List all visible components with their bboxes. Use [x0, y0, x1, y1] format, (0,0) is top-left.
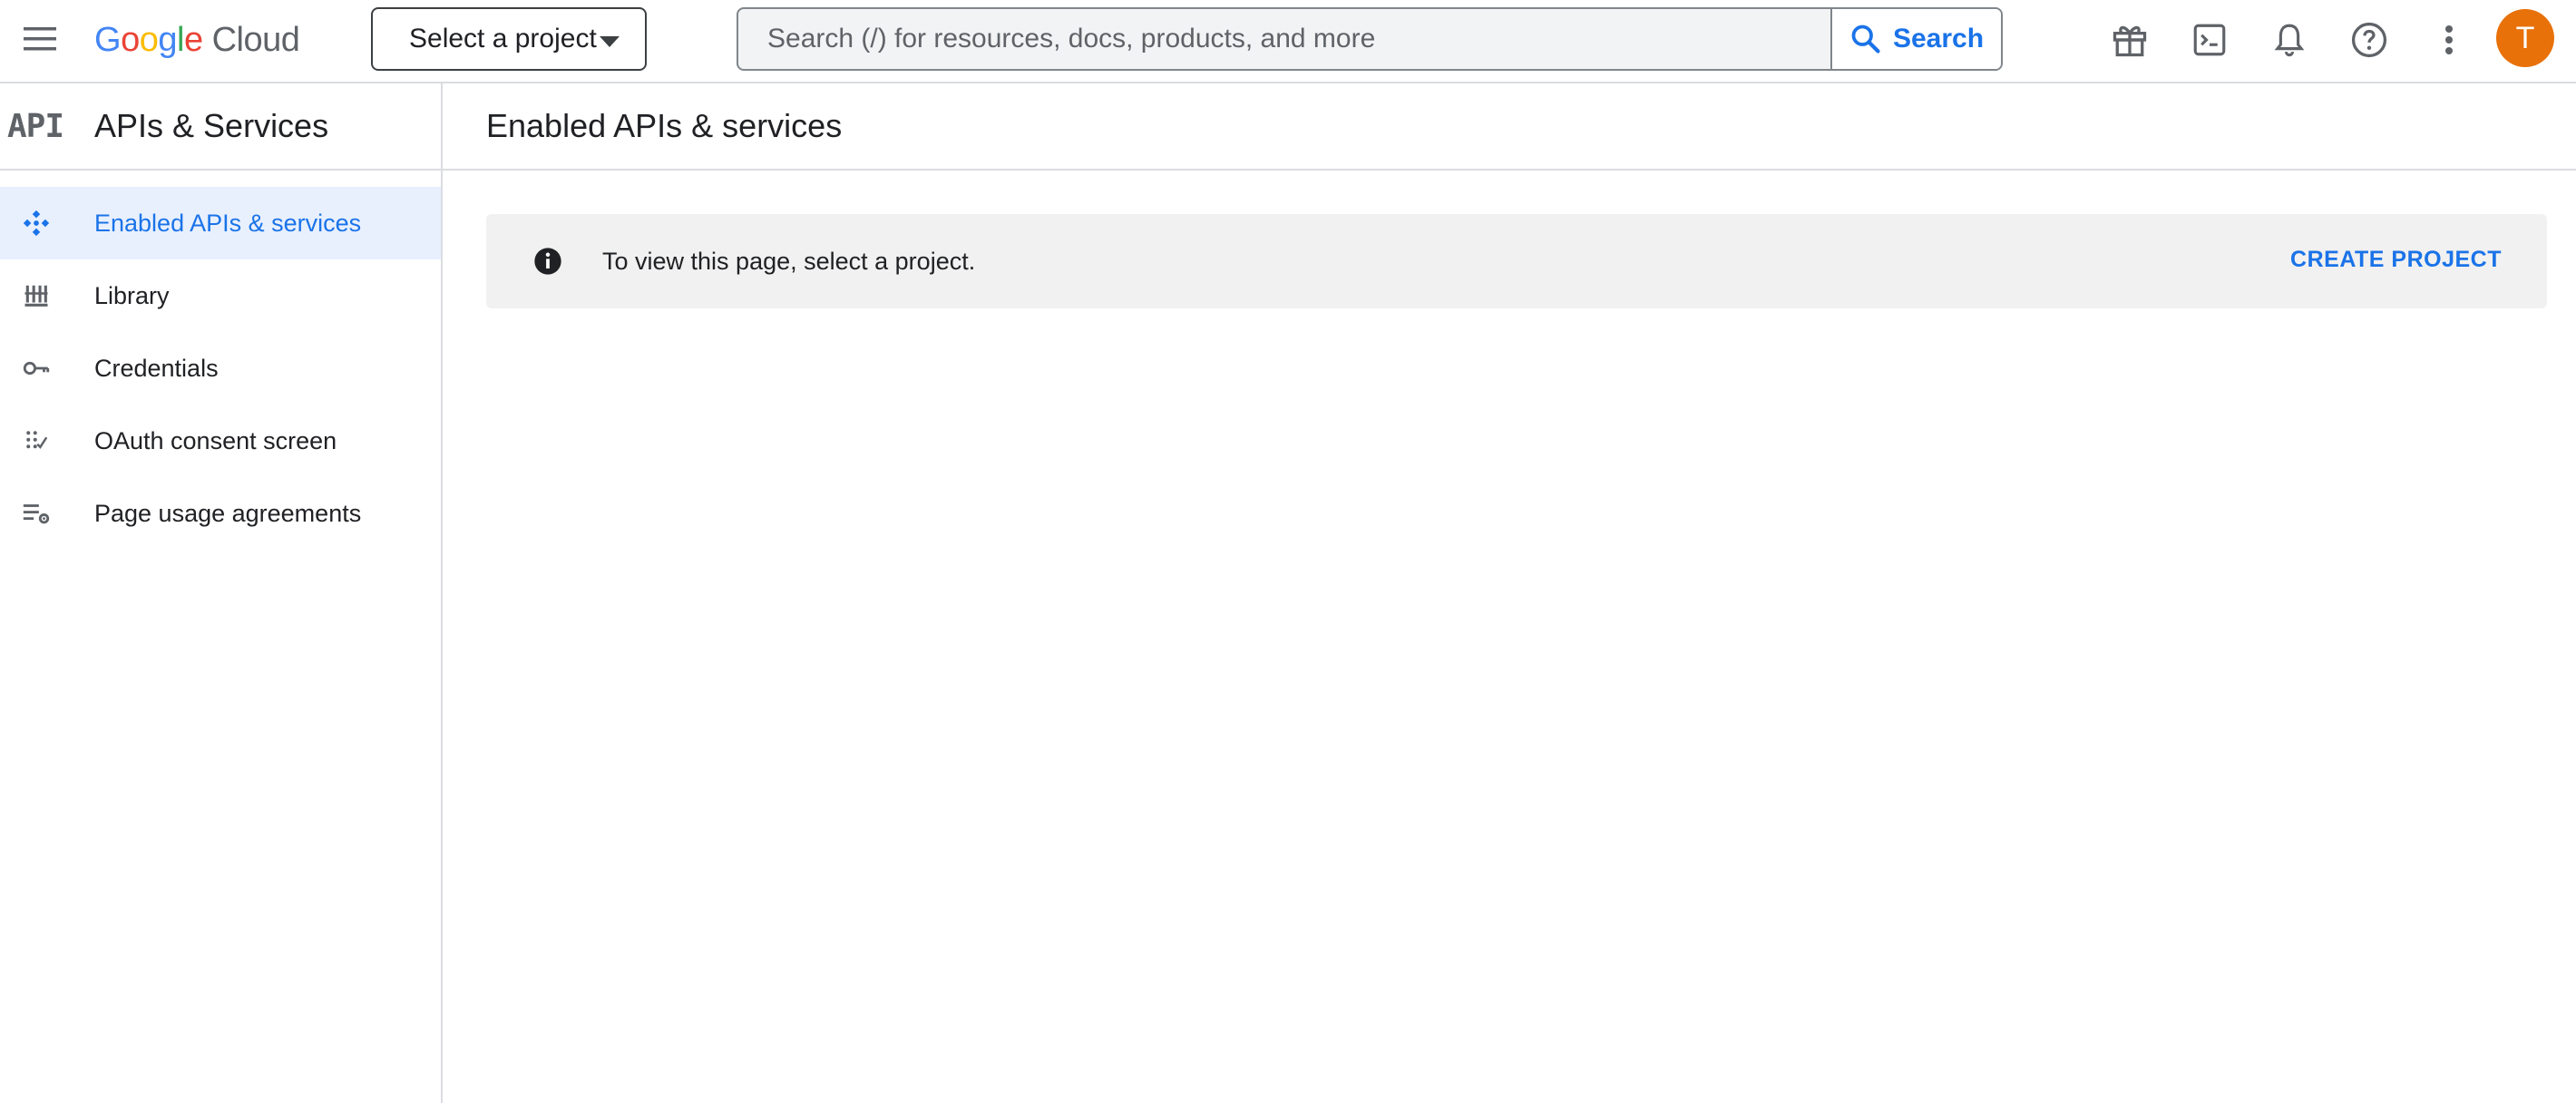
main-menu-button[interactable] [15, 14, 65, 64]
help-button[interactable] [2347, 18, 2391, 62]
create-project-button[interactable]: CREATE PROJECT [2290, 247, 2502, 273]
logo-google: Google [94, 20, 203, 59]
logo-cloud: Cloud [211, 20, 300, 59]
top-bar: Google Cloud Select a project Search (/)… [0, 0, 2576, 83]
key-icon [16, 348, 56, 388]
sidebar-item-label: Page usage agreements [94, 499, 362, 527]
more-vert-icon [2445, 25, 2453, 54]
enabled-apis-icon [16, 203, 56, 243]
account-avatar[interactable]: T [2496, 9, 2554, 67]
search-button-label: Search [1892, 24, 1985, 54]
sidebar-header: API APIs & Services [0, 83, 441, 171]
caret-down-icon [600, 36, 620, 47]
api-logo-icon: API [7, 107, 64, 145]
sidebar-item-oauth-consent[interactable]: OAuth consent screen [0, 405, 441, 477]
gift-icon [2113, 25, 2147, 57]
page-title: Enabled APIs & services [486, 107, 843, 144]
notifications-button[interactable] [2268, 18, 2311, 62]
hamburger-icon [24, 27, 56, 51]
sidebar-item-library[interactable]: Library [0, 259, 441, 332]
more-options-button[interactable] [2427, 18, 2471, 62]
sidebar-title: APIs & Services [94, 107, 329, 144]
settings-list-icon [16, 493, 56, 533]
search-icon [1851, 24, 1880, 54]
sidebar-item-label: Enabled APIs & services [94, 209, 362, 237]
main-content: Enabled APIs & services To view this pag… [443, 83, 2576, 1103]
sidebar-item-enabled-apis[interactable]: Enabled APIs & services [0, 187, 441, 259]
banner-message: To view this page, select a project. [602, 247, 976, 275]
search-bar: Search [737, 7, 2003, 71]
info-banner: To view this page, select a project. CRE… [486, 214, 2547, 308]
main-header: Enabled APIs & services [443, 83, 2576, 171]
library-icon [16, 276, 56, 316]
project-selector-button[interactable]: Select a project [371, 7, 647, 71]
sidebar-nav: Enabled APIs & services Library Credenti… [0, 187, 441, 550]
sidebar-item-credentials[interactable]: Credentials [0, 332, 441, 405]
bell-icon [2274, 24, 2305, 57]
search-button[interactable]: Search [1830, 9, 2001, 69]
google-cloud-logo[interactable]: Google Cloud [94, 16, 300, 63]
oauth-icon [16, 421, 56, 461]
info-icon [534, 248, 561, 275]
gift-button[interactable] [2108, 18, 2152, 62]
sidebar-item-label: OAuth consent screen [94, 426, 337, 454]
sidebar-item-label: Library [94, 281, 170, 309]
sidebar: API APIs & Services Enabled APIs & servi… [0, 83, 443, 1103]
terminal-icon [2193, 24, 2226, 56]
project-selector-label: Select a project [409, 24, 597, 54]
help-icon [2351, 22, 2387, 58]
sidebar-item-page-usage-agreements[interactable]: Page usage agreements [0, 477, 441, 550]
sidebar-item-label: Credentials [94, 354, 219, 382]
search-input[interactable] [738, 9, 1830, 69]
cloud-shell-button[interactable] [2188, 18, 2231, 62]
